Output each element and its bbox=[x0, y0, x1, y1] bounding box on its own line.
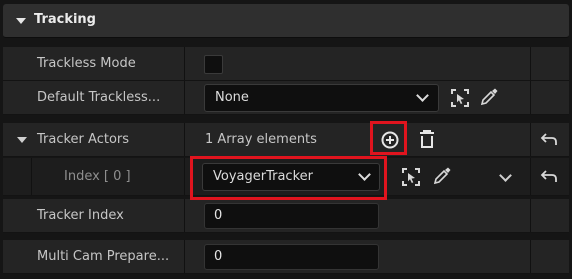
row-default-trackless: Default Trackless... None bbox=[3, 81, 569, 115]
collapse-arrow-icon[interactable] bbox=[16, 18, 26, 24]
details-panel: Tracking Trackless Mode Default Trackles… bbox=[0, 0, 572, 279]
default-trackless-value: None bbox=[215, 90, 249, 105]
eyedropper-icon[interactable] bbox=[478, 86, 500, 108]
trackless-mode-checkbox[interactable] bbox=[204, 55, 223, 74]
row-tracker-index: Tracker Index 0 bbox=[3, 199, 569, 233]
tracker-index-value: 0 bbox=[214, 208, 223, 223]
reset-arrow-icon[interactable] bbox=[538, 166, 560, 188]
row-trackless-mode: Trackless Mode bbox=[3, 47, 569, 81]
select-actor-icon[interactable] bbox=[400, 166, 422, 188]
array-count-text: 1 Array elements bbox=[205, 132, 317, 147]
multi-cam-input[interactable]: 0 bbox=[204, 244, 379, 270]
tracker-actors-label: Tracker Actors bbox=[37, 132, 130, 147]
highlight-tracker-combo bbox=[190, 156, 387, 200]
default-trackless-combo[interactable]: None bbox=[204, 84, 439, 112]
reset-arrow-icon[interactable] bbox=[538, 129, 560, 151]
row-tracker-actors: Tracker Actors 1 Array elements bbox=[3, 123, 569, 157]
tracker-index-label: Tracker Index bbox=[37, 208, 124, 223]
expand-arrow-icon[interactable] bbox=[17, 137, 27, 143]
tracker-index-input[interactable]: 0 bbox=[204, 203, 379, 229]
index-label: Index [ 0 ] bbox=[64, 169, 131, 184]
eyedropper-icon[interactable] bbox=[431, 165, 453, 187]
row-multi-cam: Multi Cam Prepare... 0 bbox=[3, 240, 569, 274]
select-actor-icon[interactable] bbox=[449, 87, 471, 109]
trash-icon[interactable] bbox=[416, 128, 438, 150]
element-options-chevron-icon[interactable] bbox=[499, 169, 512, 182]
trackless-mode-label: Trackless Mode bbox=[37, 56, 136, 71]
chevron-down-icon bbox=[416, 89, 429, 102]
multi-cam-label: Multi Cam Prepare... bbox=[37, 249, 170, 264]
default-trackless-label: Default Trackless... bbox=[37, 90, 161, 105]
highlight-add-button bbox=[370, 121, 407, 155]
tracking-section-header[interactable]: Tracking bbox=[3, 4, 569, 38]
section-title: Tracking bbox=[34, 12, 96, 27]
multi-cam-value: 0 bbox=[214, 249, 223, 264]
